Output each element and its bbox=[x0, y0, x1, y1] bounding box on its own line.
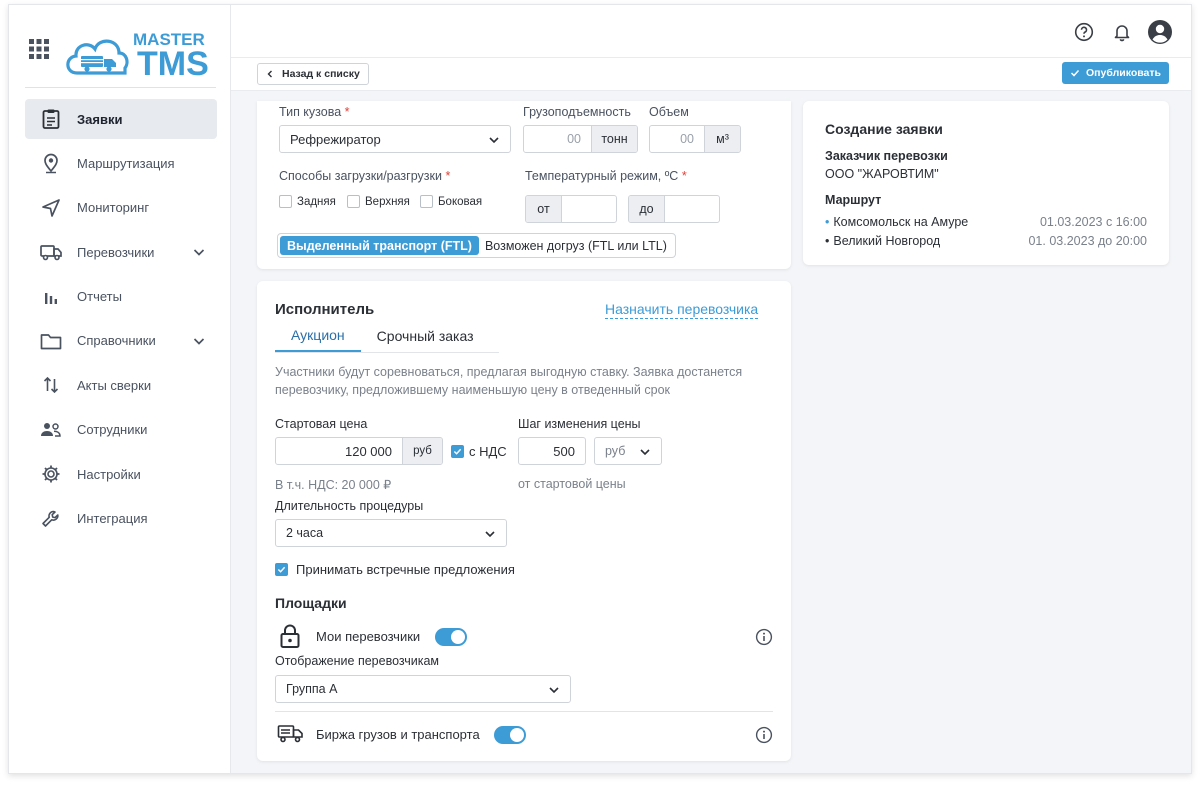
chevron-down-icon bbox=[485, 531, 495, 538]
back-to-list-button[interactable]: Назад к списку bbox=[257, 63, 369, 85]
loading-methods-label: Способы загрузки/разгрузки * bbox=[279, 169, 451, 183]
platforms-divider bbox=[275, 711, 773, 712]
sidebar-item-carriers[interactable]: Перевозчики bbox=[25, 232, 217, 272]
loading-side-checkbox[interactable]: Боковая bbox=[420, 195, 482, 208]
temperature-label: Температурный режим, ºС * bbox=[525, 169, 687, 183]
help-icon[interactable] bbox=[1071, 19, 1097, 45]
executor-card: Исполнитель Назначить перевозчика Аукцио… bbox=[257, 281, 791, 761]
users-icon bbox=[39, 418, 63, 442]
platforms-title: Площадки bbox=[275, 595, 347, 611]
my-carriers-toggle[interactable] bbox=[435, 628, 467, 646]
my-carriers-label: Мои перевозчики bbox=[316, 629, 421, 644]
transport-type-toggle: Выделенный транспорт (FTL) Возможен догр… bbox=[277, 233, 676, 258]
cargo-exchange-toggle[interactable] bbox=[494, 726, 526, 744]
map-pin-icon bbox=[39, 151, 63, 175]
cargo-exchange-label: Биржа грузов и транспорта bbox=[316, 727, 480, 742]
chevron-down-icon bbox=[640, 449, 650, 456]
sidebar-item-reconciliation[interactable]: Акты сверки bbox=[25, 365, 217, 405]
vat-checkbox[interactable]: с НДС bbox=[451, 444, 507, 459]
price-step-label: Шаг изменения цены bbox=[518, 417, 641, 431]
sidebar-nav: Заявки Маршрутизация Мониторинг Перевозч… bbox=[25, 99, 217, 543]
loading-top-checkbox[interactable]: Верхняя bbox=[347, 195, 410, 208]
sidebar-item-monitoring[interactable]: Мониторинг bbox=[25, 188, 217, 228]
bell-icon[interactable] bbox=[1109, 19, 1135, 45]
loading-rear-checkbox[interactable]: Задняя bbox=[279, 195, 336, 208]
swap-vertical-icon bbox=[39, 373, 63, 397]
sidebar-item-directories[interactable]: Справочники bbox=[25, 321, 217, 361]
lock-icon bbox=[280, 624, 300, 648]
carrier-display-select[interactable]: Группа А bbox=[275, 675, 571, 703]
temperature-to-input[interactable]: до bbox=[628, 195, 720, 223]
volume-input[interactable]: 00 м³ bbox=[649, 125, 741, 153]
route-point: • Великий Новгород 01. 03.2023 до 20:00 bbox=[825, 234, 1147, 248]
truck-icon bbox=[39, 240, 63, 264]
start-price-label: Стартовая цена bbox=[275, 417, 368, 431]
sidebar-item-settings[interactable]: Настройки bbox=[25, 454, 217, 494]
capacity-label: Грузоподъемность bbox=[523, 105, 631, 119]
ltl-option[interactable]: Возможен догруз (FTL или LTL) bbox=[479, 239, 673, 253]
carrier-display-label: Отображение перевозчикам bbox=[275, 654, 439, 668]
body-type-select[interactable]: Рефрежиратор bbox=[279, 125, 511, 153]
temperature-from-input[interactable]: от bbox=[525, 195, 617, 223]
ftl-option[interactable]: Выделенный транспорт (FTL) bbox=[280, 236, 479, 255]
chevron-down-icon bbox=[489, 137, 499, 144]
svg-text:TMS: TMS bbox=[137, 45, 209, 79]
sidebar-item-integration[interactable]: Интеграция bbox=[25, 499, 217, 539]
start-price-input[interactable]: 120 000 руб bbox=[275, 437, 443, 465]
customer-label: Заказчик перевозки bbox=[825, 149, 948, 163]
sidebar-item-employees[interactable]: Сотрудники bbox=[25, 410, 217, 450]
chevron-down-icon[interactable] bbox=[191, 244, 207, 260]
route-point: • Комсомольск на Амуре 01.03.2023 с 16:00 bbox=[825, 215, 1147, 229]
top-bar bbox=[231, 5, 1191, 57]
tab-auction[interactable]: Аукцион bbox=[275, 319, 361, 352]
sidebar-item-routing[interactable]: Маршрутизация bbox=[25, 143, 217, 183]
apps-grid-icon[interactable] bbox=[28, 38, 50, 60]
volume-label: Объем bbox=[649, 105, 689, 119]
sidebar: MASTER TMS Заявки Маршрутизация Монитори… bbox=[9, 5, 231, 773]
gear-icon bbox=[39, 462, 63, 486]
customer-value: ООО "ЖАРОВТИМ" bbox=[825, 167, 939, 181]
price-step-currency-select[interactable]: руб bbox=[594, 437, 662, 465]
cargo-params-card: Тип кузова * Рефрежиратор Грузоподъемнос… bbox=[257, 101, 791, 269]
vat-note: В т.ч. НДС: 20 000 ₽ bbox=[275, 478, 392, 492]
chevron-down-icon[interactable] bbox=[191, 333, 207, 349]
info-icon[interactable] bbox=[755, 726, 773, 744]
wrench-icon bbox=[39, 507, 63, 531]
route-label: Маршрут bbox=[825, 193, 882, 207]
duration-select[interactable]: 2 часа bbox=[275, 519, 507, 547]
assign-carrier-link[interactable]: Назначить перевозчика bbox=[605, 301, 759, 319]
auction-description: Участники будут соревноваться, предлагая… bbox=[275, 365, 743, 397]
price-step-note: от стартовой цены bbox=[518, 477, 626, 491]
navigation-arrow-icon bbox=[39, 196, 63, 220]
avatar[interactable] bbox=[1147, 19, 1173, 45]
check-icon bbox=[1070, 69, 1080, 77]
cargo-exchange-icon bbox=[277, 725, 303, 743]
info-icon[interactable] bbox=[755, 628, 773, 646]
chevron-left-icon bbox=[267, 70, 272, 78]
action-bar: Назад к списку Опубликовать bbox=[231, 57, 1191, 91]
executor-title: Исполнитель bbox=[275, 301, 375, 318]
tab-urgent-order[interactable]: Срочный заказ bbox=[361, 319, 490, 352]
capacity-input[interactable]: 00 тонн bbox=[523, 125, 638, 153]
bar-chart-icon bbox=[39, 285, 63, 309]
sidebar-item-requests[interactable]: Заявки bbox=[25, 99, 217, 139]
folder-icon bbox=[39, 329, 63, 353]
summary-title: Создание заявки bbox=[825, 121, 943, 137]
master-tms-logo[interactable]: MASTER TMS bbox=[63, 23, 215, 79]
price-step-input[interactable]: 500 bbox=[518, 437, 586, 465]
clipboard-icon bbox=[39, 107, 63, 131]
request-summary-card: Создание заявки Заказчик перевозки ООО "… bbox=[803, 101, 1169, 265]
sidebar-divider bbox=[25, 87, 216, 88]
publish-button[interactable]: Опубликовать bbox=[1062, 62, 1169, 84]
duration-label: Длительность процедуры bbox=[275, 499, 424, 513]
counter-offers-checkbox[interactable]: Принимать встречные предложения bbox=[275, 562, 515, 577]
sidebar-item-reports[interactable]: Отчеты bbox=[25, 277, 217, 317]
app-window: MASTER TMS Заявки Маршрутизация Монитори… bbox=[8, 4, 1192, 774]
chevron-down-icon bbox=[549, 687, 559, 694]
body-type-label: Тип кузова * bbox=[279, 105, 350, 119]
executor-tabs: Аукцион Срочный заказ bbox=[275, 319, 499, 353]
